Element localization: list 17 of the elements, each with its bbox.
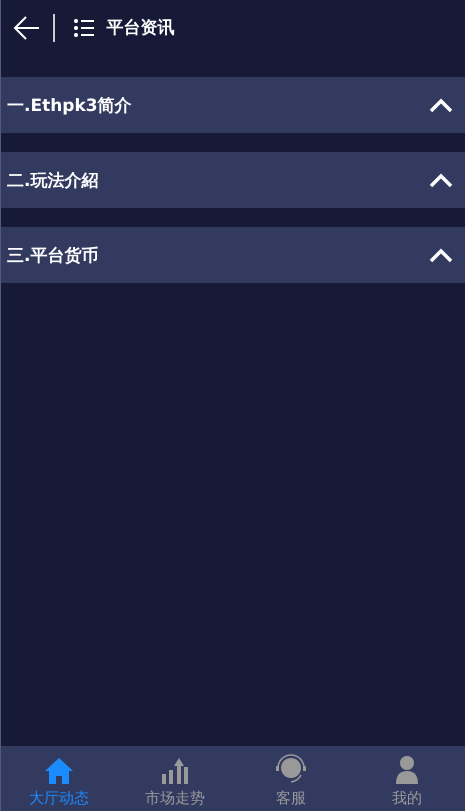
back-icon[interactable]: [13, 14, 41, 40]
tab[interactable]: 大厅动态: [1, 746, 117, 811]
page-title: 平台资讯: [106, 17, 174, 39]
section-header[interactable]: 二.玩法介紹: [1, 152, 465, 208]
chevron-up-icon: [429, 248, 453, 262]
section-header[interactable]: 一.Ethpk3简介: [1, 77, 465, 133]
bar-chart-icon: [161, 757, 189, 785]
chevron-up-icon: [429, 98, 453, 112]
tab[interactable]: 市场走势: [117, 746, 233, 811]
list-icon[interactable]: [72, 18, 94, 38]
headset-icon: [275, 753, 307, 785]
home-icon: [44, 757, 74, 785]
section-header[interactable]: 三.平台货币: [1, 227, 465, 283]
tab[interactable]: 客服: [233, 746, 349, 811]
chevron-up-icon: [429, 172, 453, 188]
user-icon: [395, 755, 419, 785]
tab[interactable]: 我的: [349, 746, 465, 811]
